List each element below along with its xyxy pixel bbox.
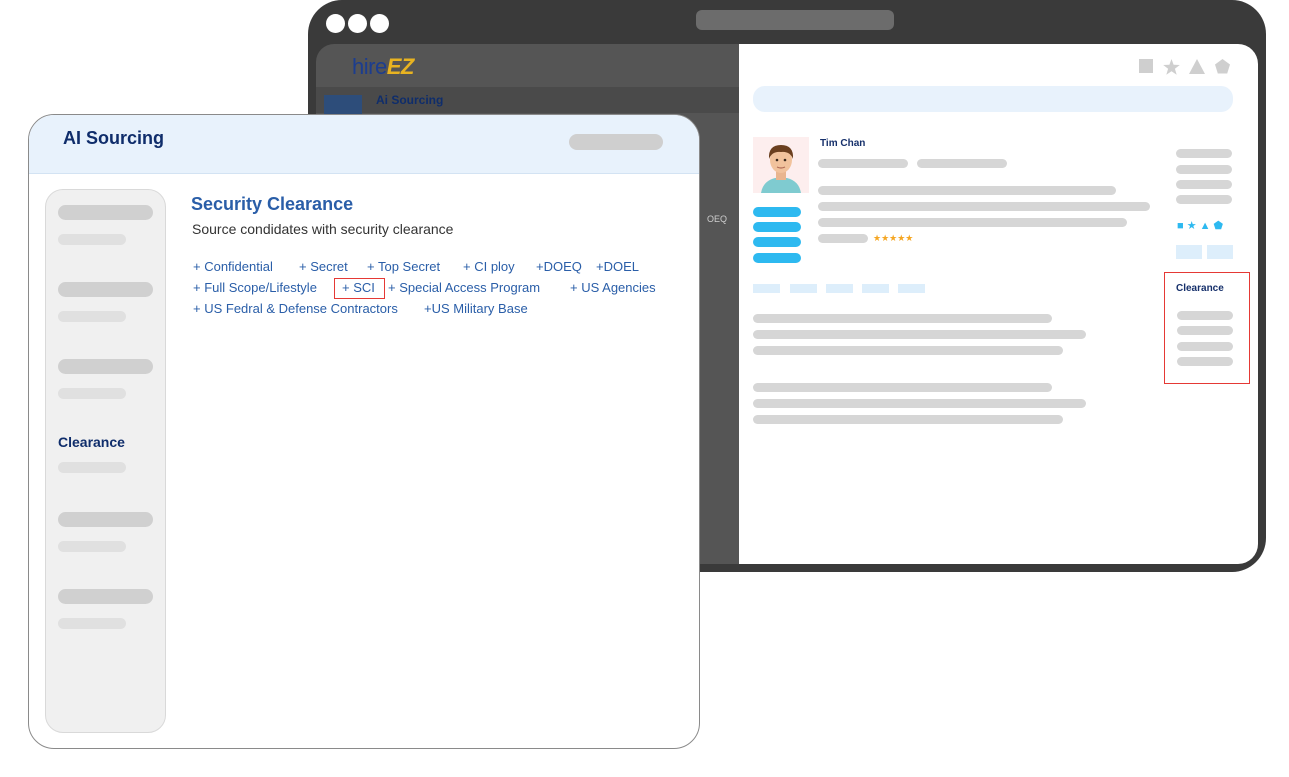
tag-chip[interactable] [753, 284, 780, 293]
hireez-logo: hireEZ [352, 54, 414, 79]
option-us-military-base[interactable]: +US Military Base [424, 301, 528, 316]
sidebar-item-clearance[interactable]: Clearance [58, 434, 125, 450]
placeholder-bar [1177, 357, 1233, 366]
placeholder-bar [818, 202, 1150, 211]
skill-pill[interactable] [753, 237, 801, 247]
option-top-secret[interactable]: + Top Secret [367, 259, 440, 274]
sidebar-subitem[interactable] [58, 618, 126, 629]
sidebar-item[interactable] [58, 359, 153, 374]
sidebar-item[interactable] [58, 205, 153, 220]
option-ci-ploy[interactable]: + CI ploy [463, 259, 515, 274]
header-placeholder[interactable] [569, 134, 663, 150]
back-nav-label[interactable]: Ai Sourcing [376, 93, 443, 107]
placeholder-bar [818, 218, 1127, 227]
option-secret[interactable]: + Secret [299, 259, 348, 274]
sidebar-item[interactable] [58, 282, 153, 297]
option-doel[interactable]: +DOEL [596, 259, 639, 274]
option-us-fedral[interactable]: + US Fedral & Defense Contractors [193, 301, 398, 316]
url-bar[interactable] [696, 10, 894, 30]
page-title: AI Sourcing [63, 128, 165, 148]
sidebar-item[interactable] [58, 512, 153, 527]
placeholder-bar [753, 314, 1052, 323]
placeholder-bar [753, 415, 1063, 424]
option-doeq[interactable]: +DOEQ [536, 259, 582, 274]
candidate-avatar [753, 137, 809, 193]
triangle-icon[interactable] [1189, 59, 1205, 74]
clearance-panel: Clearance [1164, 272, 1250, 384]
back-fragment-text: OEQ [707, 214, 728, 224]
section-title: Security Clearance [191, 194, 354, 214]
tag-chip[interactable] [790, 284, 817, 293]
window-header: AI Sourcing [29, 115, 699, 174]
option-us-agencies[interactable]: + US Agencies [570, 280, 656, 295]
light-square [1207, 245, 1233, 259]
skill-pill[interactable] [753, 253, 801, 263]
placeholder-bar [818, 186, 1116, 195]
square-icon[interactable] [1139, 59, 1154, 74]
sidebar-subitem[interactable] [58, 541, 126, 552]
placeholder-bar [1177, 342, 1233, 351]
option-full-scope[interactable]: + Full Scope/Lifestyle [193, 280, 317, 295]
sidebar-subitem[interactable] [58, 388, 126, 399]
placeholder-bar [1177, 311, 1233, 320]
ai-sourcing-window: AI Sourcing Clearance Security Clearance… [28, 114, 700, 749]
clearance-label: Clearance [1176, 283, 1224, 294]
sidebar-subitem[interactable] [58, 462, 126, 473]
sidebar-subitem[interactable] [58, 234, 126, 245]
option-special-access[interactable]: + Special Access Program [388, 280, 540, 295]
window-dot-1 [326, 14, 345, 33]
tag-chip[interactable] [862, 284, 889, 293]
search-bar[interactable] [753, 86, 1233, 112]
placeholder-bar [753, 399, 1086, 408]
rating-stars: ★★★★★ [873, 233, 914, 243]
placeholder-bar [1176, 165, 1232, 174]
star-icon[interactable] [1163, 59, 1180, 75]
placeholder-bar [917, 159, 1007, 168]
pentagon-icon[interactable] [1215, 59, 1230, 74]
placeholder-bar [1176, 195, 1232, 204]
placeholder-bar [818, 234, 868, 243]
window-dot-2 [348, 14, 367, 33]
placeholder-bar [1176, 149, 1232, 158]
sidebar: Clearance [45, 189, 166, 733]
option-sci[interactable]: + SCI [342, 280, 375, 295]
back-right-pane: Tim Chan ★★★★★ ■ ★ ▲ ⬟ Clearance [739, 44, 1258, 564]
placeholder-bar [753, 330, 1086, 339]
tag-chip[interactable] [898, 284, 925, 293]
placeholder-bar [753, 383, 1052, 392]
placeholder-bar [753, 346, 1063, 355]
tag-chip[interactable] [826, 284, 853, 293]
section-subtitle: Source condidates with security clearanc… [192, 221, 454, 237]
sidebar-item[interactable] [58, 589, 153, 604]
placeholder-bar [1176, 180, 1232, 189]
shape-icons-row: ■ ★ ▲ ⬟ [1177, 220, 1224, 232]
window-dot-3 [370, 14, 389, 33]
placeholder-bar [818, 159, 908, 168]
option-confidential[interactable]: + Confidential [193, 259, 273, 274]
placeholder-bar [1177, 326, 1233, 335]
light-square [1176, 245, 1202, 259]
candidate-name[interactable]: Tim Chan [820, 138, 865, 149]
skill-pill[interactable] [753, 222, 801, 232]
skill-pill[interactable] [753, 207, 801, 217]
sidebar-subitem[interactable] [58, 311, 126, 322]
